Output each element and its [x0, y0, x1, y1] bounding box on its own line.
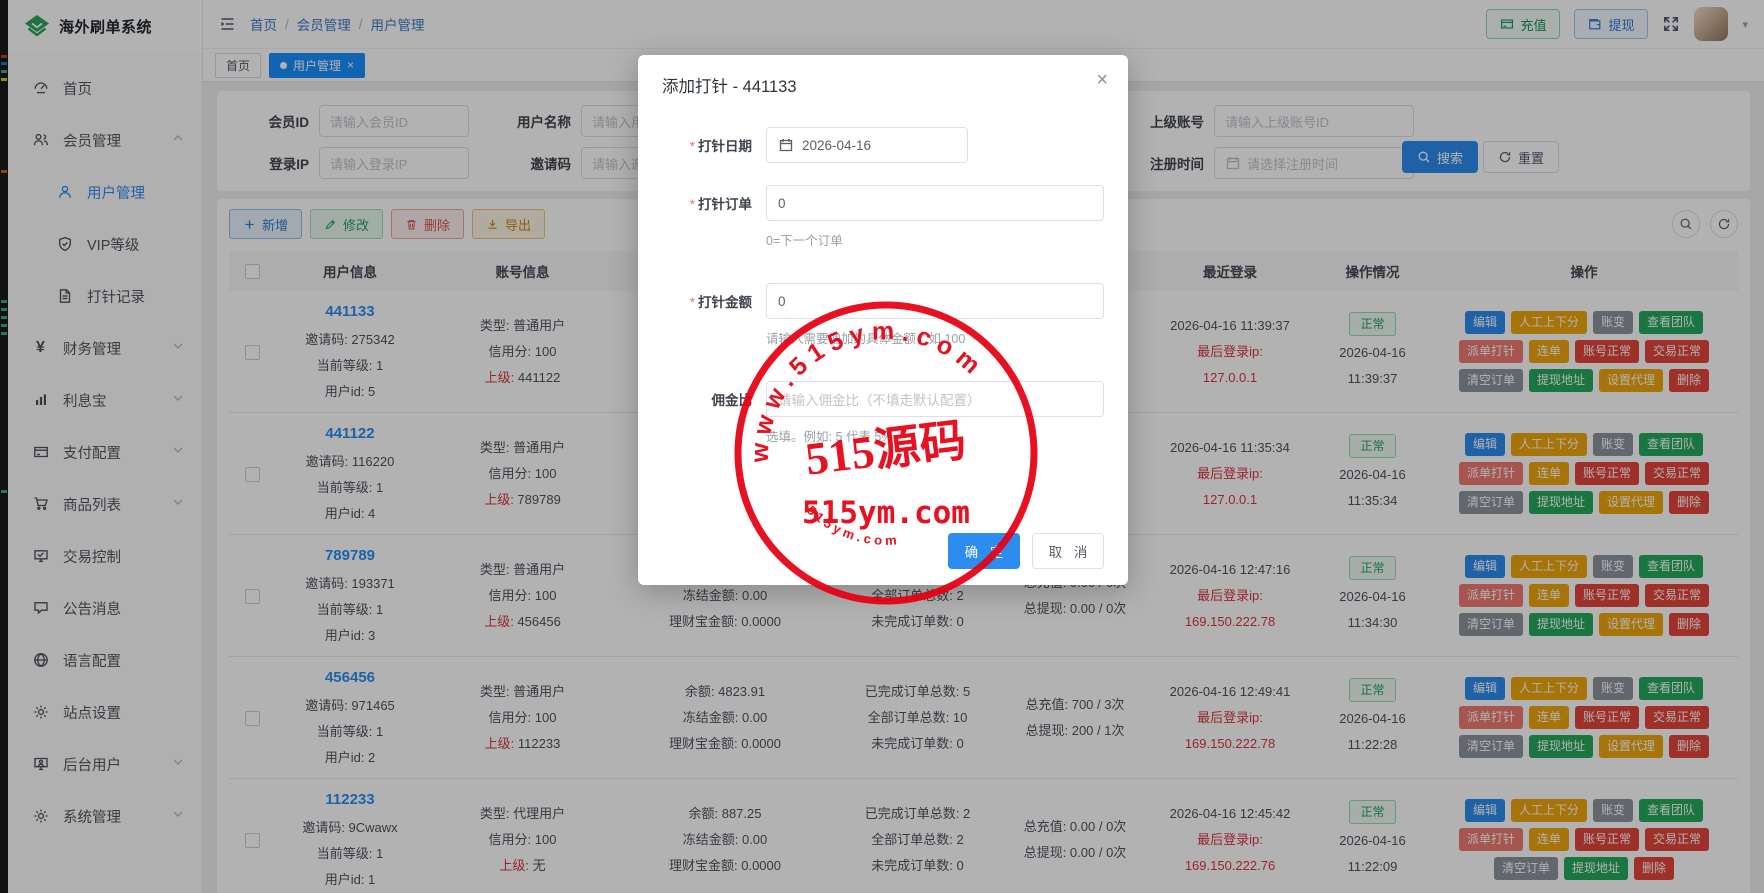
input-value: 2026-04-16 — [802, 138, 871, 153]
add-injection-dialog: 添加打针 - 441133 × *打针日期 2026-04-16 *打针订单 0 0=下… — [638, 55, 1128, 585]
required-asterisk: * — [690, 139, 695, 154]
input-value: 0 — [778, 294, 786, 309]
field-label: 佣金比 — [662, 389, 752, 409]
injection-date-input[interactable]: 2026-04-16 — [766, 127, 968, 163]
field-help-text: 请输入需要增加的具体金额，如 100 — [766, 328, 1104, 347]
required-asterisk: * — [690, 295, 695, 310]
input-placeholder: 请输入佣金比（不填走默认配置） — [778, 389, 981, 409]
field-row-injection-order: *打针订单 0 — [662, 185, 1104, 221]
dialog-close-icon[interactable]: × — [1096, 69, 1108, 92]
field-help-text: 0=下一个订单 — [766, 230, 1104, 249]
required-asterisk: * — [690, 197, 695, 212]
cancel-button[interactable]: 取 消 — [1032, 533, 1104, 569]
field-row-commission-rate: 佣金比 请输入佣金比（不填走默认配置） — [662, 381, 1104, 417]
calendar-icon — [778, 137, 794, 153]
commission-rate-input[interactable]: 请输入佣金比（不填走默认配置） — [766, 381, 1104, 417]
field-label: *打针金额 — [662, 291, 752, 311]
field-row-injection-amount: *打针金额 0 — [662, 283, 1104, 319]
injection-amount-input[interactable]: 0 — [766, 283, 1104, 319]
confirm-button[interactable]: 确 定 — [948, 533, 1020, 569]
field-label: *打针日期 — [662, 135, 752, 155]
field-row-injection-date: *打针日期 2026-04-16 — [662, 127, 1104, 163]
field-help-text: 选填。例如: 5 代表 5% — [766, 426, 1104, 445]
field-label: *打针订单 — [662, 193, 752, 213]
injection-order-input[interactable]: 0 — [766, 185, 1104, 221]
input-value: 0 — [778, 196, 786, 211]
dialog-title: 添加打针 - 441133 — [662, 73, 1104, 97]
